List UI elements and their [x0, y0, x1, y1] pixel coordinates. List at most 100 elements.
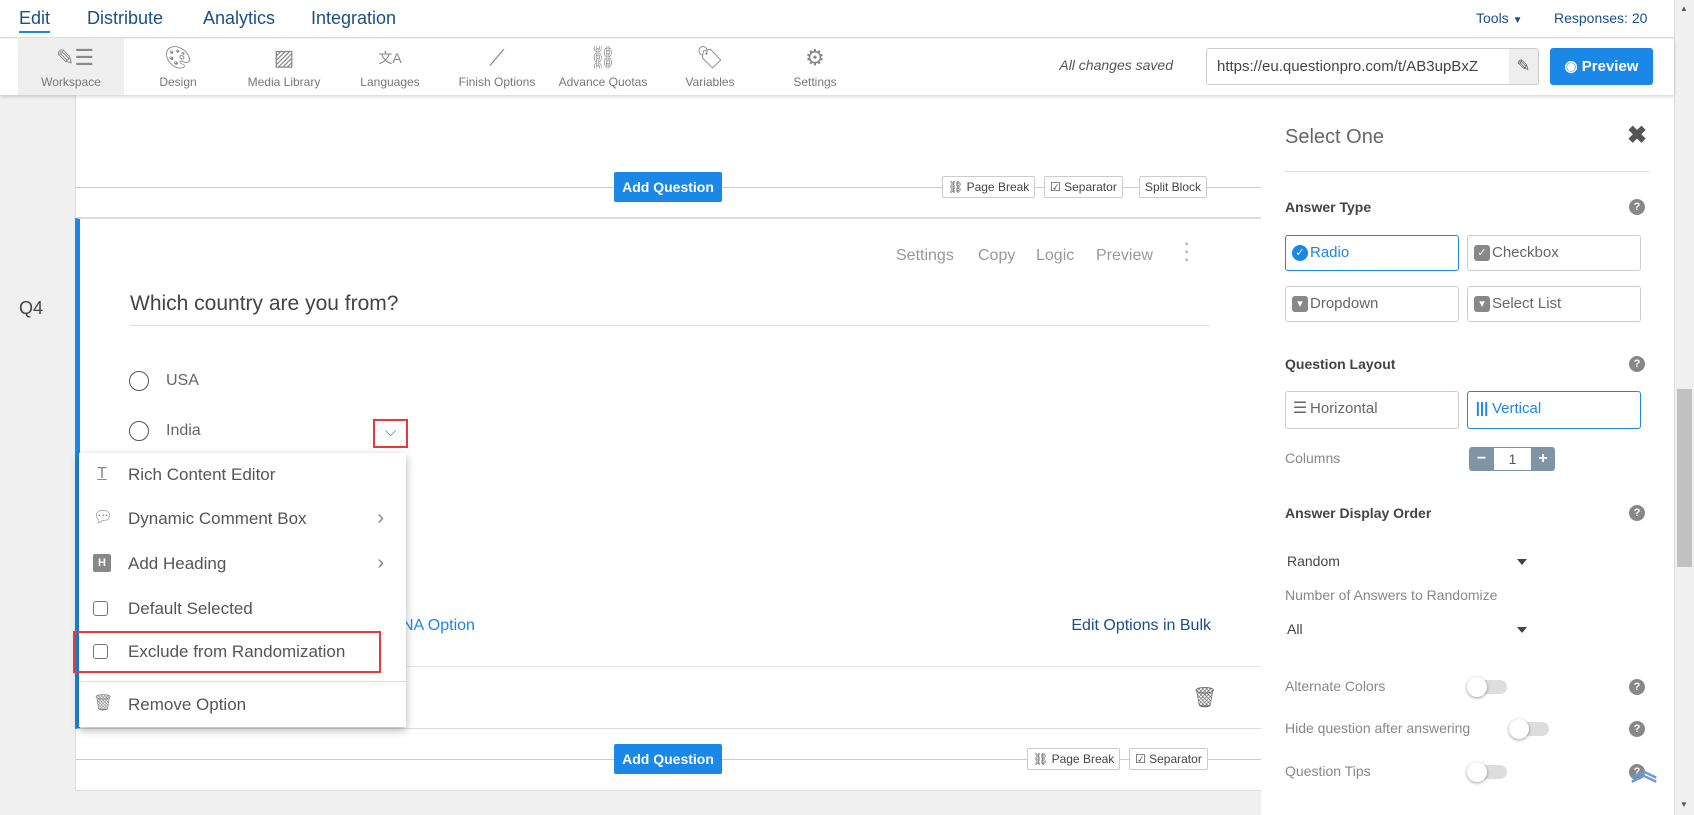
scroll-down-icon[interactable]: ▼	[1680, 800, 1688, 809]
tab-integration[interactable]: Integration	[311, 8, 396, 29]
toolbar-settings[interactable]: ⚙ Settings	[762, 39, 868, 95]
close-icon[interactable]: ✖	[1627, 121, 1647, 150]
toolbar-media-library[interactable]: ▨ Media Library	[231, 39, 337, 95]
option-menu-toggle[interactable]: ⌵	[373, 419, 408, 448]
menu-item-exclude-from-randomization[interactable]: Exclude from Randomization	[73, 631, 381, 673]
option-radio[interactable]	[129, 371, 149, 391]
caret-down-icon: ▼	[1512, 15, 1523, 26]
toolbar-label: Languages	[360, 75, 420, 89]
check-circle-icon: ✓	[1292, 245, 1308, 261]
preview-button[interactable]: ◉ Preview	[1550, 48, 1653, 85]
question-logic-link[interactable]: Logic	[1036, 247, 1074, 265]
menu-label: Exclude from Randomization	[128, 642, 346, 661]
question-settings-link[interactable]: Settings	[896, 247, 954, 265]
question-copy-link[interactable]: Copy	[978, 247, 1015, 265]
scroll-to-top-icon[interactable]: ︽	[1631, 751, 1657, 788]
menu-item-add-heading[interactable]: H Add Heading ›	[79, 542, 406, 586]
page-break-button[interactable]: ⛓ Page Break	[1027, 748, 1121, 770]
page-break-button[interactable]: ⛓ Page Break	[942, 176, 1036, 198]
menu-label: Rich Content Editor	[128, 465, 276, 484]
question-preview-link[interactable]: Preview	[1096, 247, 1153, 265]
toolbar: ✎☰ Workspace 🎨︎ Design ▨ Media Library 文A La…	[0, 39, 1674, 95]
add-question-button[interactable]: Add Question	[614, 172, 722, 202]
display-order-heading: Answer Display Order	[1285, 505, 1432, 521]
link-icon: ⛓	[589, 45, 617, 70]
magic-wand-icon: ⟋	[489, 45, 505, 70]
answer-type-radio[interactable]: ✓ Radio	[1285, 235, 1459, 271]
divider	[1285, 171, 1649, 172]
help-icon[interactable]: ?	[1629, 505, 1645, 521]
toolbar-workspace[interactable]: ✎☰ Workspace	[18, 39, 124, 95]
question-text[interactable]: Which country are you from?	[130, 292, 398, 316]
alternate-colors-label: Alternate Colors	[1285, 678, 1386, 694]
help-icon[interactable]: ?	[1629, 679, 1645, 695]
answer-type-select-list[interactable]: ▾ Select List	[1467, 286, 1641, 322]
split-block-button[interactable]: Split Block	[1139, 176, 1208, 198]
menu-item-remove-option[interactable]: 🗑︎ Remove Option	[79, 683, 406, 727]
workspace-icon: ✎☰	[56, 45, 95, 70]
separator-button[interactable]: ☑ Separator	[1129, 748, 1208, 770]
menu-item-default-selected[interactable]: Default Selected	[79, 587, 406, 631]
question-layout-heading: Question Layout	[1285, 356, 1396, 372]
pencil-icon[interactable]: ✎	[1509, 49, 1538, 84]
display-order-select[interactable]: Random	[1287, 553, 1527, 569]
toolbar-languages[interactable]: 文A Languages	[337, 39, 443, 95]
plus-button[interactable]: +	[1531, 447, 1555, 471]
trash-icon[interactable]: 🗑︎	[1192, 685, 1217, 710]
columns-label: Columns	[1285, 450, 1341, 466]
checkbox-icon: ✓	[1474, 245, 1490, 261]
option-radio[interactable]	[129, 421, 149, 441]
num-randomize-select[interactable]: All	[1287, 621, 1527, 637]
layout-vertical[interactable]: ||| Vertical	[1467, 391, 1641, 429]
toolbar-finish-options[interactable]: ⟋ Finish Options	[444, 39, 550, 95]
add-question-button[interactable]: Add Question	[614, 744, 722, 774]
minus-button[interactable]: −	[1469, 447, 1494, 471]
toolbar-label: Workspace	[41, 75, 101, 89]
answer-type-dropdown[interactable]: ▾ Dropdown	[1285, 286, 1459, 322]
question-number: Q4	[19, 298, 44, 318]
scrollbar-thumb[interactable]	[1677, 389, 1692, 567]
option-india[interactable]: India	[166, 422, 201, 440]
tab-analytics[interactable]: Analytics	[203, 8, 275, 29]
edit-options-bulk-link[interactable]: Edit Options in Bulk	[1071, 617, 1211, 635]
menu-label: Add Heading	[128, 554, 227, 573]
tag-icon: 🏷︎	[696, 45, 724, 70]
page-break-label: Page Break	[1051, 752, 1115, 766]
answer-type-checkbox[interactable]: ✓ Checkbox	[1467, 235, 1641, 271]
alternate-colors-toggle[interactable]	[1467, 677, 1507, 697]
option-context-menu: T̲ Rich Content Editor 💬︎ Dynamic Comment …	[73, 453, 406, 727]
menu-item-rich-content-editor[interactable]: T̲ Rich Content Editor	[79, 453, 406, 497]
toolbar-label: Variables	[685, 75, 735, 89]
survey-url-field[interactable]: https://eu.questionpro.com/t/AB3upBxZ ✎	[1206, 48, 1539, 85]
toolbar-variables[interactable]: 🏷︎ Variables	[657, 39, 763, 95]
chevron-right-icon: ›	[377, 507, 384, 529]
help-icon[interactable]: ?	[1629, 356, 1645, 372]
previous-block: Add Question ⛓ Page Break ☑ Separator Sp…	[75, 90, 1262, 218]
menu-item-dynamic-comment-box[interactable]: 💬︎ Dynamic Comment Box ›	[79, 497, 406, 541]
image-icon: ▨	[273, 45, 295, 70]
scroll-up-icon[interactable]: ▲	[1680, 4, 1688, 13]
hide-after-toggle[interactable]	[1509, 719, 1549, 739]
question-tips-toggle[interactable]	[1467, 762, 1507, 782]
toolbar-advance-quotas[interactable]: ⛓ Advance Quotas	[550, 39, 656, 95]
tab-distribute[interactable]: Distribute	[87, 8, 163, 29]
checkbox-icon[interactable]	[93, 644, 108, 659]
toolbar-design[interactable]: 🎨︎ Design	[125, 39, 231, 95]
page-scrollbar[interactable]: ▲ ▼	[1674, 0, 1694, 815]
na-option-link[interactable]: NA Option	[402, 617, 475, 635]
separator-button[interactable]: ☑ Separator	[1044, 176, 1123, 198]
columns-value[interactable]: 1	[1494, 448, 1531, 470]
columns-stepper[interactable]: − 1 +	[1469, 447, 1555, 471]
layout-horizontal[interactable]: ☰ Horizontal	[1285, 391, 1459, 429]
caret-down-icon	[1517, 559, 1527, 565]
palette-icon: 🎨︎	[164, 45, 192, 70]
help-icon[interactable]: ?	[1629, 199, 1645, 215]
help-icon[interactable]: ?	[1629, 721, 1645, 737]
tools-menu[interactable]: Tools ▼	[1476, 10, 1522, 26]
checkbox-icon[interactable]	[93, 601, 108, 616]
tab-edit[interactable]: Edit	[19, 8, 51, 33]
responses-link[interactable]: Responses: 20	[1554, 10, 1647, 26]
more-options-icon[interactable]: · · ·	[1183, 232, 1190, 270]
separator-label: Separator	[1064, 180, 1117, 194]
option-usa[interactable]: USA	[166, 372, 199, 390]
